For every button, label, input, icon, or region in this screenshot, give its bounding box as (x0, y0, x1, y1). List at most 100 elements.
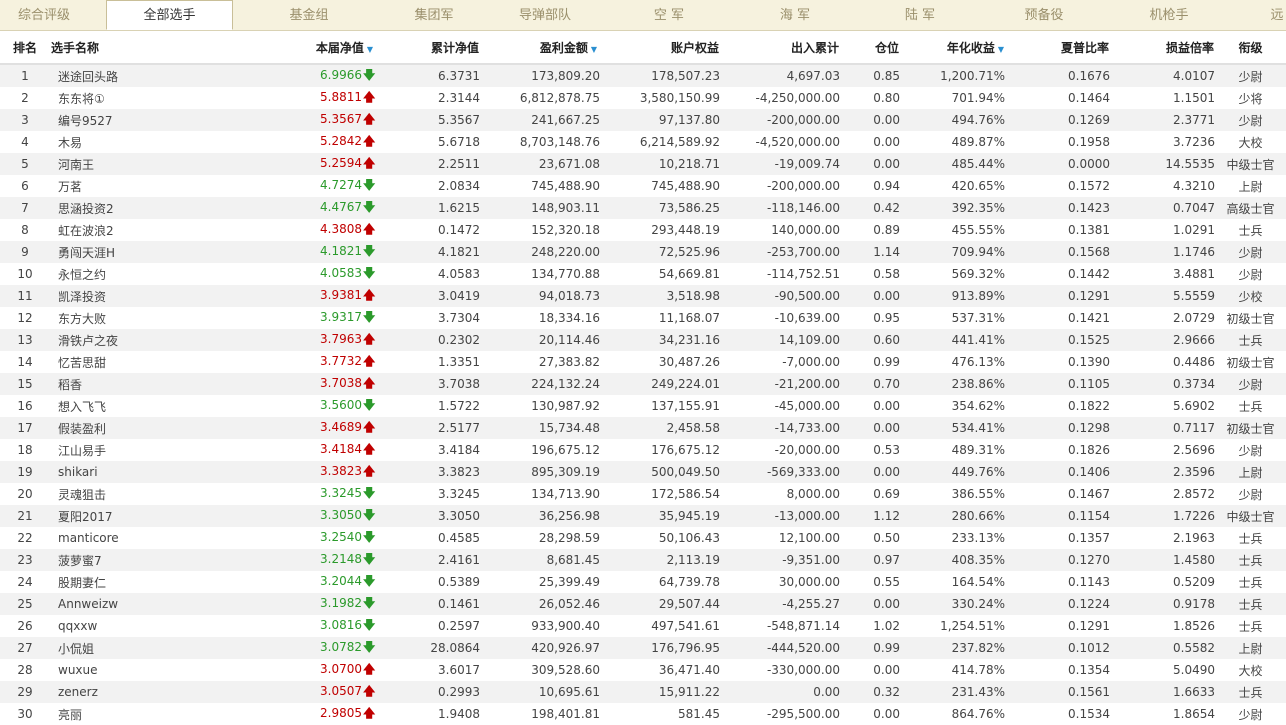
player-name-link[interactable]: 假装盈利 (50, 417, 170, 439)
table-row[interactable]: 20 灵魂狙击 3.3245🡇 3.3245 134,713.90 172,586.54 8… (0, 483, 1286, 505)
tab-missile-force[interactable]: 导弹部队 (486, 0, 604, 30)
table-row[interactable]: 16 想入飞飞 3.5600🡇 1.5722 130,987.92 137,155.91-… (0, 395, 1286, 417)
player-name-link[interactable]: 股期妻仁 (50, 571, 170, 593)
player-name-link[interactable]: qqxxw (50, 615, 170, 637)
player-name-link[interactable]: 东方大败 (50, 307, 170, 329)
col-profit[interactable]: 盈利金额 ▼ (480, 31, 600, 65)
player-name-link[interactable]: 虹在波浪2 (50, 219, 170, 241)
tab-reserve[interactable]: 预备役 (985, 0, 1103, 30)
col-rank-title[interactable]: 衔级 (1215, 31, 1286, 65)
col-annual[interactable]: 年化收益 ▼ (900, 31, 1005, 65)
table-row[interactable]: 2 东东将① 5.8811🡅 2.3144 6,812,878.75 3,580,150.… (0, 87, 1286, 109)
player-name-link[interactable]: 思涵投资2 (50, 197, 170, 219)
table-row[interactable]: 26 qqxxw 3.0816🡇 0.2597 933,900.40 497,541.61… (0, 615, 1286, 637)
player-name-link[interactable]: 东东将① (50, 87, 170, 109)
table-row[interactable]: 4 木易 5.2842🡅 5.6718 8,703,148.76 6,214,589.92… (0, 131, 1286, 153)
tab-overall-rating[interactable]: 综合评级 (0, 0, 88, 30)
player-name-link[interactable]: 想入飞飞 (50, 395, 170, 417)
table-row[interactable]: 14 忆苦思甜 3.7732🡅 1.3351 27,383.82 30,487.26 -7,… (0, 351, 1286, 373)
table-row[interactable]: 21 夏阳2017 3.3050🡇 3.3050 36,256.98 35,945.19-… (0, 505, 1286, 527)
tab-air-force[interactable]: 空 军 (610, 0, 728, 30)
table-row[interactable]: 3 编号9527 5.3567🡅 5.3567 241,667.25 97,137.80-… (0, 109, 1286, 131)
table-row[interactable]: 12 东方大败 3.9317🡇 3.7304 18,334.16 11,168.07 -10… (0, 307, 1286, 329)
ranking-table: 排名 选手名称 本届净值 ▼ 累计净值 盈利金额 ▼ 账户权益 出入累计 仓位 年化… (0, 31, 1286, 725)
table-row[interactable]: 7 思涵投资2 4.4767🡇 1.6215 148,903.11 73,586.25 -1… (0, 197, 1286, 219)
col-cum-nav[interactable]: 累计净值 (377, 31, 480, 65)
player-name-link[interactable]: shikari (50, 461, 170, 483)
tab-all-players[interactable]: 全部选手 (106, 0, 233, 30)
table-row[interactable]: 24 股期妻仁 3.2044🡇 0.5389 25,399.49 64,739.78 30,… (0, 571, 1286, 593)
player-name-link[interactable]: zenerz (50, 681, 170, 703)
table-row[interactable]: 15 稻香 3.7038🡅 3.7038 224,132.24 249,224.01 -21… (0, 373, 1286, 395)
player-name-link[interactable]: 小侃姐 (50, 637, 170, 659)
player-name-link[interactable]: wuxue (50, 659, 170, 681)
player-name-link[interactable]: 稻香 (50, 373, 170, 395)
inout-cell: -21,200.00 (720, 373, 840, 395)
position-cell: 0.58 (873, 267, 900, 281)
table-row[interactable]: 29 zenerz 3.0507🡅 0.2993 10,695.61 15,911.22 0… (0, 681, 1286, 703)
table-row[interactable]: 6 万茗 4.7274🡇 2.0834 745,488.90 745,488.90 -200… (0, 175, 1286, 197)
pl-ratio-cell: 0.5209 (1173, 575, 1215, 589)
player-name-link[interactable]: 木易 (50, 131, 170, 153)
table-row[interactable]: 5 河南王 5.2594🡅 2.2511 23,671.08 10,218.71 -19,0… (0, 153, 1286, 175)
inout-cell: -114,752.51 (766, 267, 840, 281)
annual-cell: 569.32% (951, 267, 1005, 281)
arrow-down-icon: 🡇 (363, 67, 376, 82)
col-position[interactable]: 仓位 (840, 31, 900, 65)
player-name-link[interactable]: 忆苦思甜 (50, 351, 170, 373)
pl-ratio-cell: 2.0729 (1173, 311, 1215, 325)
table-row[interactable]: 8 虹在波浪2 4.3808🡅 0.1472 152,320.18 293,448.19 1… (0, 219, 1286, 241)
rank-title-cell: 少尉 (1215, 109, 1286, 131)
tab-army[interactable]: 陆 军 (861, 0, 979, 30)
tab-more[interactable]: 远 (1268, 0, 1286, 30)
player-name-link[interactable]: manticore (50, 527, 170, 549)
table-row[interactable]: 28 wuxue 3.0700🡅 3.6017 309,528.60 36,471.40-… (0, 659, 1286, 681)
sharpe-cell: 0.1423 (1005, 197, 1110, 219)
inout-cell: -4,255.27 (720, 593, 840, 615)
tab-navy[interactable]: 海 军 (736, 0, 854, 30)
tab-machine-gunner[interactable]: 机枪手 (1110, 0, 1228, 30)
player-name-link[interactable]: 灵魂狙击 (50, 483, 170, 505)
player-name-link[interactable]: 编号9527 (50, 109, 170, 131)
table-row[interactable]: 10 永恒之约 4.0583🡇 4.0583 134,770.88 54,669.81 -1… (0, 263, 1286, 285)
tab-fund-group[interactable]: 基金组 (250, 0, 368, 30)
col-equity[interactable]: 账户权益 (600, 31, 720, 65)
rank-title-cell: 士兵 (1238, 223, 1263, 238)
col-nav[interactable]: 本届净值 ▼ (170, 31, 377, 65)
tab-army-group[interactable]: 集团军 (375, 0, 493, 30)
table-row[interactable]: 19 shikari 3.3823🡅 3.3823 895,309.19 500,049.… (0, 461, 1286, 483)
col-name[interactable]: 选手名称 (50, 31, 170, 65)
table-row[interactable]: 9 勇闯天涯H 4.1821🡇 4.1821 248,220.00 72,525.96 -2… (0, 241, 1286, 263)
table-row[interactable]: 18 江山易手 3.4184🡅 3.4184 196,675.12 176,675.12-… (0, 439, 1286, 461)
table-row[interactable]: 23 菠萝蜜7 3.2148🡇 2.4161 8,681.45 2,113.19 -9,35… (0, 549, 1286, 571)
player-name-link[interactable]: 河南王 (50, 153, 170, 175)
col-inout[interactable]: 出入累计 (720, 31, 840, 65)
cum-nav-cell: 2.5177 (377, 417, 480, 439)
player-name-link[interactable]: 菠萝蜜7 (50, 549, 170, 571)
player-name-link[interactable]: 凯泽投资 (50, 285, 170, 307)
player-name-link[interactable]: 万茗 (50, 175, 170, 197)
table-row[interactable]: 27 小侃姐 3.0782🡇 28.0864 420,926.97 176,796.95-… (0, 637, 1286, 659)
arrow-down-icon: 🡇 (363, 507, 376, 522)
player-name-link[interactable]: 勇闯天涯H (50, 241, 170, 263)
table-row[interactable]: 25 Annweizw 3.1982🡇 0.1461 26,052.46 29,507.4… (0, 593, 1286, 615)
player-name-link[interactable]: 江山易手 (50, 439, 170, 461)
player-name-link[interactable]: 迷途回头路 (50, 64, 170, 87)
col-rank[interactable]: 排名 (0, 31, 50, 65)
table-row[interactable]: 13 滑铁卢之夜 3.7963🡅 0.2302 20,114.46 34,231.16 14… (0, 329, 1286, 351)
table-row[interactable]: 1 迷途回头路 6.9966🡇 6.3731 173,809.20 178,507.23 4… (0, 64, 1286, 87)
position-cell: 1.14 (840, 241, 900, 263)
position-cell: 0.00 (840, 153, 900, 175)
inout-cell: 14,109.00 (720, 329, 840, 351)
table-row[interactable]: 22 manticore 3.2540🡇 0.4585 28,298.59 50,106.… (0, 527, 1286, 549)
player-name-link[interactable]: 永恒之约 (50, 263, 170, 285)
table-row[interactable]: 17 假装盈利 3.4689🡅 2.5177 15,734.48 2,458.58 -14,… (0, 417, 1286, 439)
rank-cell: 17 (0, 417, 50, 439)
col-pl-ratio[interactable]: 损益倍率 (1110, 31, 1215, 65)
player-name-link[interactable]: Annweizw (50, 593, 170, 615)
pl-ratio-cell: 1.0291 (1173, 223, 1215, 237)
col-sharpe[interactable]: 夏普比率 (1005, 31, 1110, 65)
player-name-link[interactable]: 滑铁卢之夜 (50, 329, 170, 351)
table-row[interactable]: 11 凯泽投资 3.9381🡅 3.0419 94,018.73 3,518.98 -90,… (0, 285, 1286, 307)
player-name-link[interactable]: 夏阳2017 (50, 505, 170, 527)
